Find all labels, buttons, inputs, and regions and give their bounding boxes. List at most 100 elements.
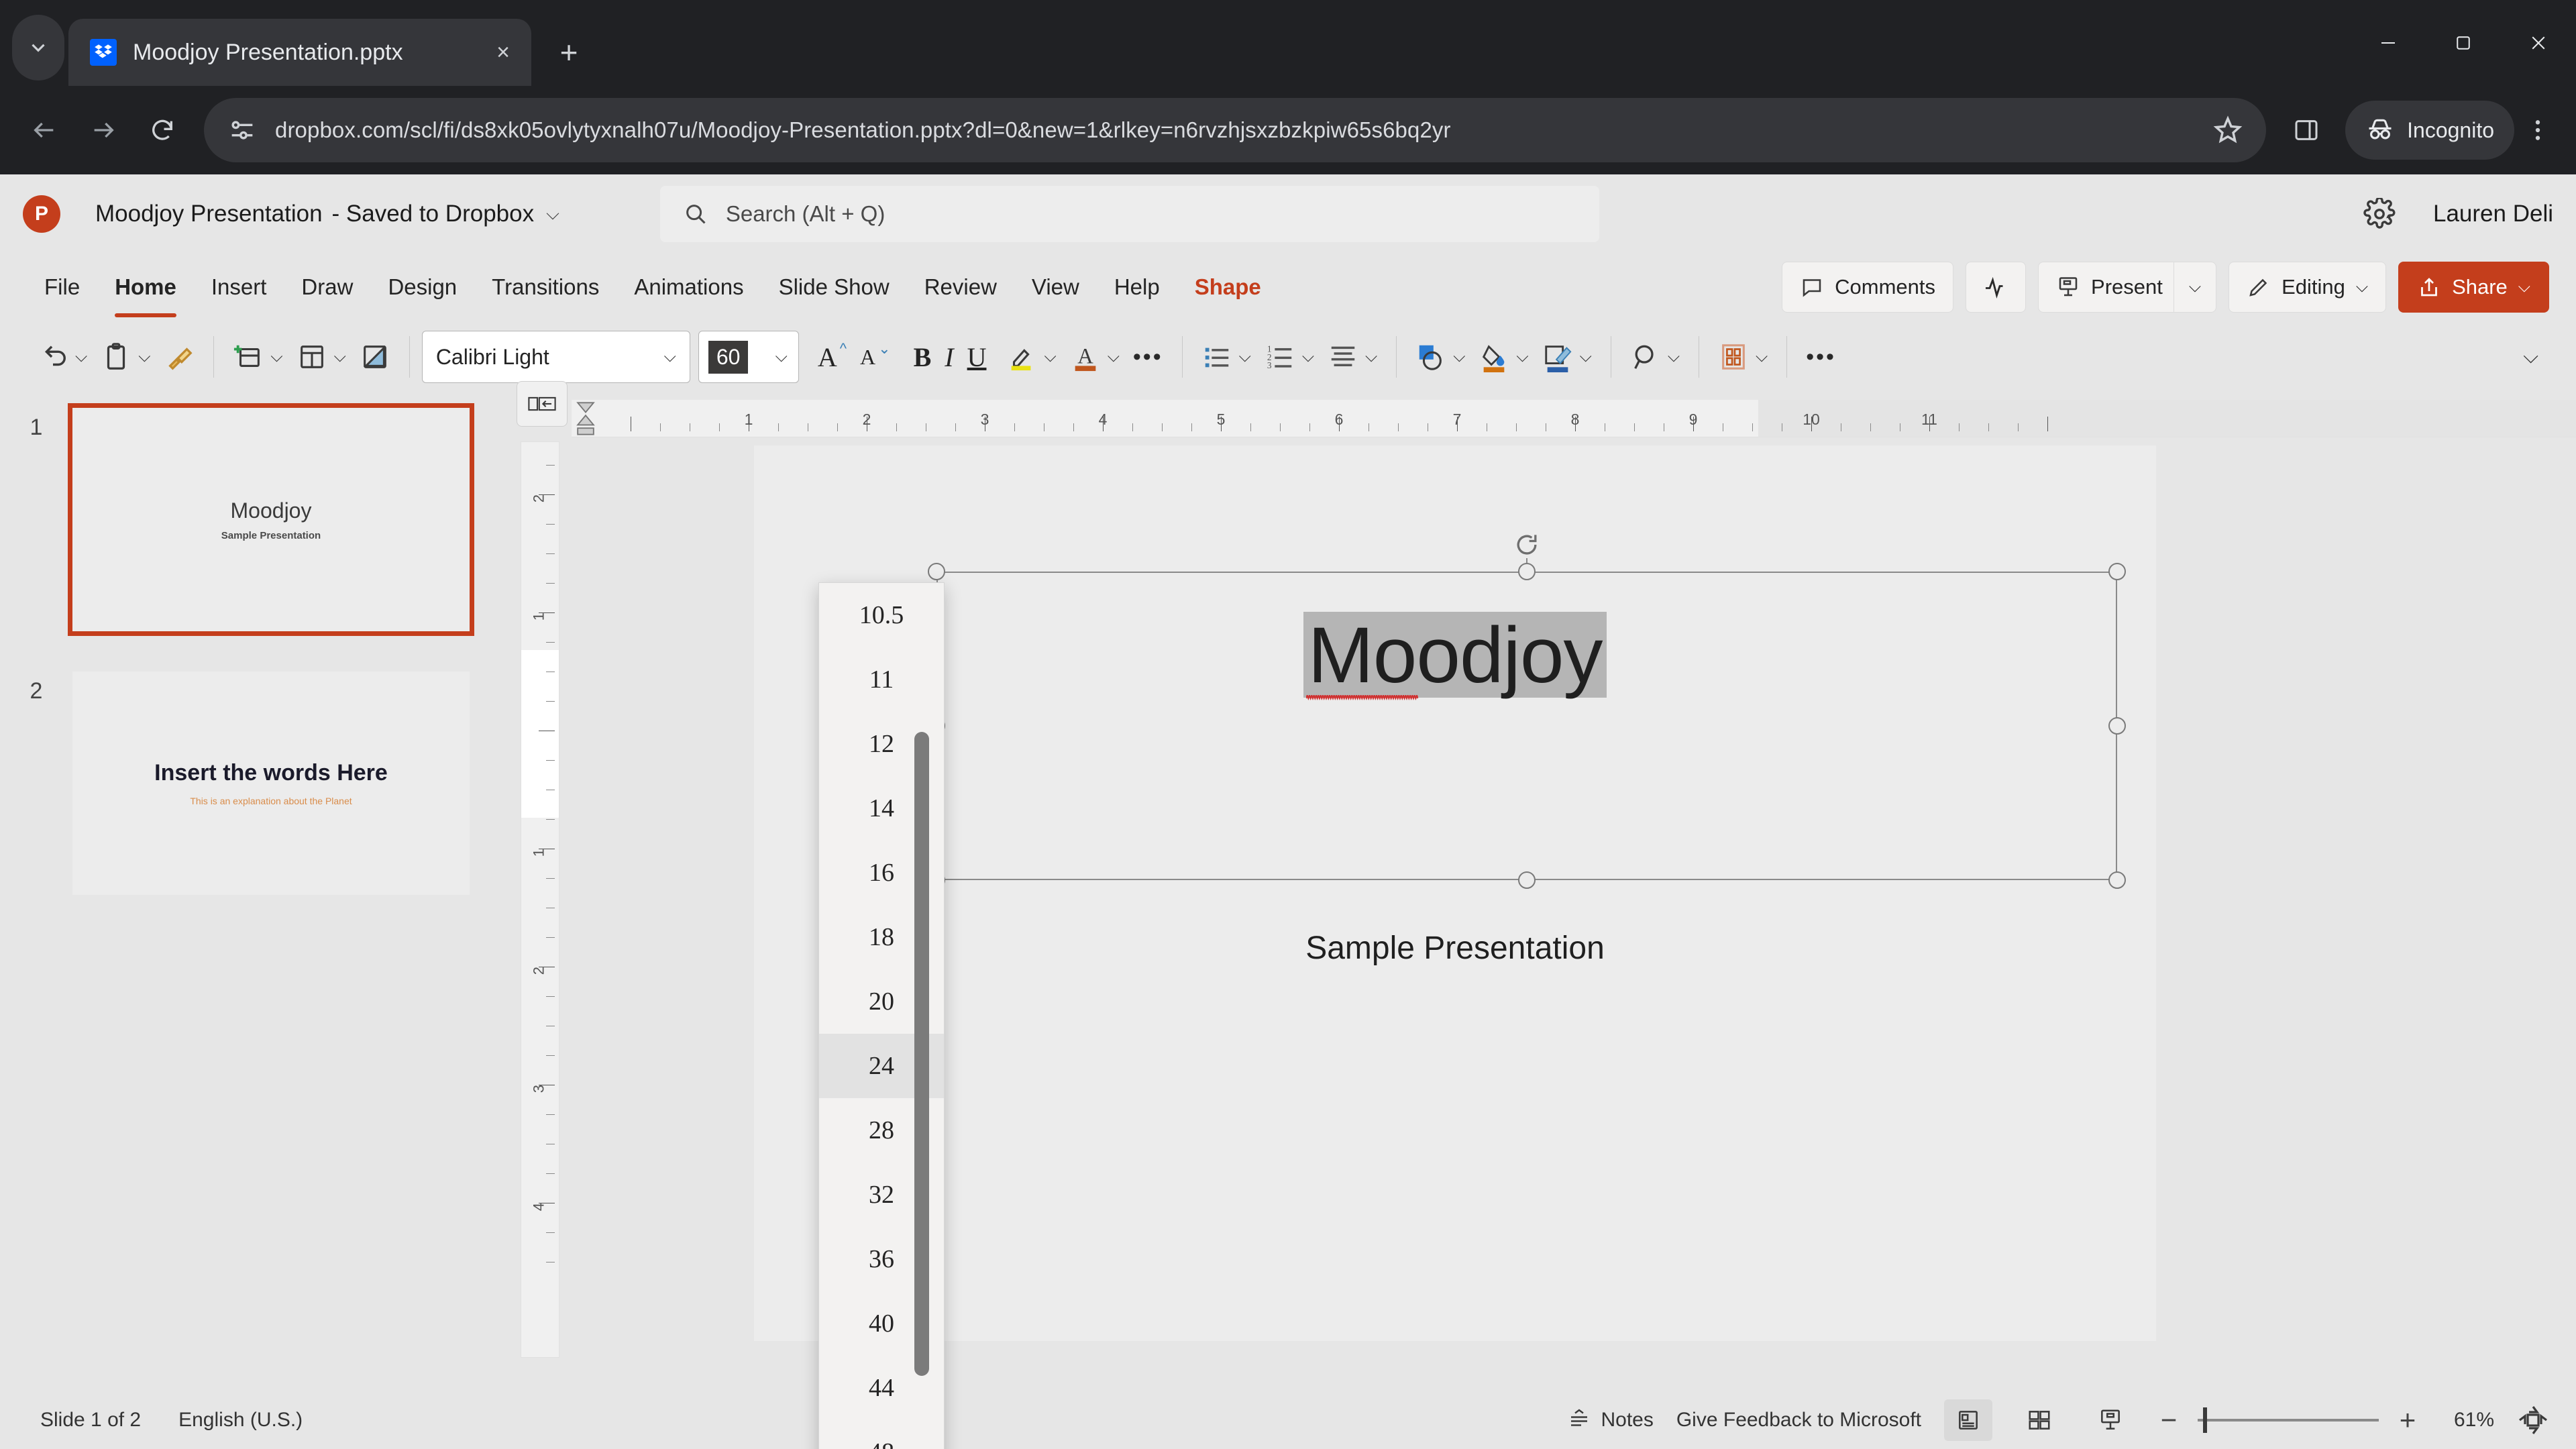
font-size-option-11[interactable]: 11 <box>819 647 944 712</box>
normal-view-button[interactable] <box>1944 1399 1992 1441</box>
slide-subtitle-text[interactable]: Sample Presentation <box>754 930 2156 967</box>
user-name[interactable]: Lauren Deli <box>2433 201 2553 227</box>
zoom-in-button[interactable]: + <box>2396 1404 2419 1436</box>
tab-insert[interactable]: Insert <box>194 266 284 308</box>
chevron-down-icon[interactable]: ⌵ <box>1108 347 1120 366</box>
slide-sorter-button[interactable] <box>2015 1399 2063 1441</box>
forward-button[interactable] <box>74 101 133 160</box>
tab-slide-show[interactable]: Slide Show <box>761 266 907 308</box>
layout-button[interactable]: ⌵ <box>290 331 353 383</box>
address-bar[interactable]: dropbox.com/scl/fi/ds8xk05ovlytyxnalh07u… <box>204 98 2267 162</box>
chevron-down-icon[interactable]: ⌵ <box>1756 347 1768 366</box>
more-font-options-button[interactable]: ••• <box>1126 331 1170 383</box>
language-indicator[interactable]: English (U.S.) <box>178 1409 303 1432</box>
find-button[interactable]: ⌵ <box>1623 331 1686 383</box>
chevron-down-icon[interactable]: ⌵ <box>1668 347 1680 366</box>
new-slide-button[interactable]: ⌵ <box>226 331 289 383</box>
title-textbox-selection[interactable] <box>928 535 2126 889</box>
present-button[interactable]: Present ⌵ <box>2038 262 2217 313</box>
chevron-down-icon[interactable]: ⌵ <box>1453 347 1465 366</box>
dropdown-scrollbar[interactable] <box>914 732 929 1376</box>
highlight-button[interactable]: ⌵ <box>1000 331 1063 383</box>
chrome-menu-button[interactable] <box>2514 101 2561 160</box>
resize-handle-top-center[interactable] <box>1518 563 1536 580</box>
format-painter-button[interactable] <box>157 331 201 383</box>
slide-counter[interactable]: Slide 1 of 2 <box>40 1409 141 1432</box>
resize-handle-bottom-center[interactable] <box>1518 871 1536 889</box>
grow-font-button[interactable]: A ^ <box>811 331 853 383</box>
rotate-handle-icon[interactable] <box>1512 530 1542 559</box>
slide-thumbnail-2[interactable]: Insert the words Here This is an explana… <box>72 672 470 895</box>
more-commands-button[interactable]: ••• <box>1799 331 1843 383</box>
chevron-down-icon[interactable]: ⌵ <box>2518 278 2530 297</box>
slide-thumbnail-panel[interactable]: 1 Moodjoy Sample Presentation 2 Insert t… <box>0 393 510 1391</box>
zoom-slider[interactable] <box>2198 1407 2379 1433</box>
horizontal-ruler[interactable]: 1 2 3 4 5 6 7 8 9 10 11 <box>572 400 2576 437</box>
chevron-down-icon[interactable]: ⌵ <box>334 347 346 366</box>
resize-handle-top-left[interactable] <box>928 563 945 580</box>
bold-button[interactable]: B <box>907 331 938 383</box>
collapse-thumbnail-panel-button[interactable] <box>517 381 568 427</box>
tab-help[interactable]: Help <box>1097 266 1177 308</box>
chevron-down-icon[interactable]: ⌵ <box>1302 347 1314 366</box>
zoom-percent-label[interactable]: 61% <box>2436 1409 2494 1432</box>
chevron-down-icon[interactable]: ⌵ <box>75 347 87 366</box>
chevron-down-icon[interactable]: ⌵ <box>664 347 676 366</box>
italic-button[interactable]: I <box>938 331 960 383</box>
resize-handle-middle-right[interactable] <box>2108 717 2126 735</box>
bookmark-star-icon[interactable] <box>2212 115 2243 146</box>
document-title[interactable]: Moodjoy Presentation <box>95 201 323 227</box>
numbering-button[interactable]: 1 2 3 ⌵ <box>1258 331 1321 383</box>
chevron-down-icon[interactable]: ⌵ <box>2523 345 2538 368</box>
tab-review[interactable]: Review <box>907 266 1014 308</box>
shape-outline-button[interactable]: ⌵ <box>1536 331 1599 383</box>
font-color-button[interactable]: A ⌵ <box>1063 331 1126 383</box>
slide-thumbnail-1[interactable]: Moodjoy Sample Presentation <box>68 403 474 636</box>
chevron-down-icon[interactable]: ⌵ <box>1044 347 1056 366</box>
collapse-ribbon-button[interactable]: ⌵ <box>2510 331 2545 383</box>
browser-tab[interactable]: Moodjoy Presentation.pptx × <box>68 19 531 86</box>
font-size-dropdown[interactable]: 10.5111214161820242832364044485460 <box>818 582 945 1449</box>
comments-button[interactable]: Comments <box>1782 262 1954 313</box>
arrange-button[interactable]: ⌵ <box>1711 331 1774 383</box>
tab-view[interactable]: View <box>1014 266 1097 308</box>
resize-handle-top-right[interactable] <box>2108 563 2126 580</box>
tab-design[interactable]: Design <box>370 266 474 308</box>
font-size-option-10-5[interactable]: 10.5 <box>819 583 944 647</box>
chevron-down-icon[interactable]: ⌵ <box>270 347 282 366</box>
minimize-button[interactable] <box>2351 0 2426 86</box>
new-tab-button[interactable]: + <box>546 30 592 75</box>
zoom-out-button[interactable]: − <box>2157 1404 2180 1436</box>
shape-fill-button[interactable]: ⌵ <box>1472 331 1535 383</box>
editing-button[interactable]: Editing ⌵ <box>2229 262 2387 313</box>
activity-button[interactable] <box>1966 262 2027 313</box>
back-button[interactable] <box>15 101 74 160</box>
font-name-input[interactable]: Calibri Light ⌵ <box>421 331 690 383</box>
font-size-option-48[interactable]: 48 <box>819 1420 944 1449</box>
chevron-down-icon[interactable]: ⌵ <box>1580 347 1592 366</box>
shapes-button[interactable]: ⌵ <box>1409 331 1472 383</box>
chevron-down-icon[interactable]: ⌵ <box>138 347 150 366</box>
tab-file[interactable]: File <box>27 266 97 308</box>
chevron-down-icon[interactable]: ⌵ <box>1365 347 1377 366</box>
shrink-font-button[interactable]: A ⌄ <box>853 331 898 383</box>
present-dropdown-arrow[interactable]: ⌵ <box>2173 262 2216 312</box>
site-settings-icon[interactable] <box>227 115 258 146</box>
chevron-down-icon[interactable]: ⌵ <box>1516 347 1528 366</box>
tab-search-button[interactable] <box>12 15 64 80</box>
side-panel-button[interactable] <box>2278 102 2334 158</box>
align-button[interactable]: ⌵ <box>1321 331 1384 383</box>
font-size-input[interactable]: 60 ⌵ <box>698 331 799 383</box>
profile-button[interactable]: Incognito <box>2345 101 2514 160</box>
tab-draw[interactable]: Draw <box>284 266 370 308</box>
gear-icon[interactable] <box>2363 198 2396 230</box>
underline-button[interactable]: U <box>961 331 994 383</box>
reload-button[interactable] <box>133 101 192 160</box>
resize-handle-bottom-right[interactable] <box>2108 871 2126 889</box>
chevron-down-icon[interactable]: ⌵ <box>546 203 559 225</box>
tab-transitions[interactable]: Transitions <box>474 266 616 308</box>
fit-slide-to-window-icon[interactable] <box>2517 1404 2549 1436</box>
slideshow-button[interactable] <box>2086 1399 2135 1441</box>
slide-canvas[interactable]: Moodjoy Sample Presentation <box>754 445 2156 1341</box>
paste-button[interactable]: ⌵ <box>94 331 157 383</box>
